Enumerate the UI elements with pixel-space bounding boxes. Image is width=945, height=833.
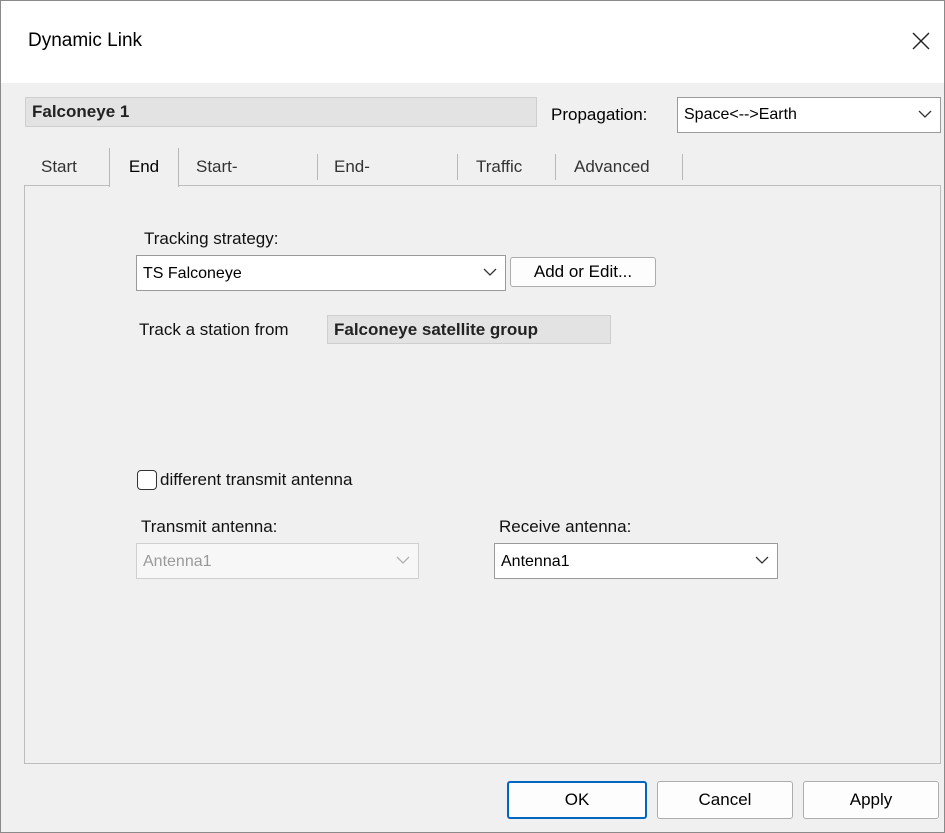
propagation-label: Propagation: bbox=[551, 105, 648, 124]
close-button[interactable] bbox=[901, 21, 941, 61]
apply-button[interactable]: Apply bbox=[803, 781, 939, 819]
receive-antenna-label: Receive antenna: bbox=[499, 517, 632, 536]
tab-separator bbox=[555, 154, 556, 180]
propagation-value: Space<-->Earth bbox=[684, 106, 797, 123]
window-title: Dynamic Link bbox=[28, 30, 143, 51]
link-name-field: Falconeye 1 bbox=[25, 97, 537, 127]
tab-separator bbox=[682, 154, 683, 180]
receive-antenna-select[interactable]: Antenna1 bbox=[494, 543, 778, 579]
tab-start-end[interactable]: Start->End bbox=[196, 148, 238, 214]
different-transmit-antenna-checkbox[interactable] bbox=[137, 470, 157, 490]
transmit-antenna-select[interactable]: Antenna1 bbox=[136, 543, 419, 579]
cancel-button[interactable]: Cancel bbox=[657, 781, 793, 819]
chevron-down-icon bbox=[483, 268, 497, 276]
transmit-antenna-value: Antenna1 bbox=[143, 553, 212, 570]
different-transmit-antenna-label[interactable]: different transmit antenna bbox=[160, 470, 352, 490]
ok-button[interactable]: OK bbox=[507, 781, 647, 819]
tab-traffic[interactable]: Traffic bbox=[476, 148, 522, 186]
title-bar: Dynamic Link bbox=[1, 1, 944, 83]
dynamic-link-dialog: Dynamic Link Falconeye 1 Propagation: Sp… bbox=[0, 0, 945, 833]
tab-end[interactable]: End bbox=[109, 148, 179, 187]
chevron-down-icon bbox=[396, 556, 410, 564]
tab-end-start[interactable]: End->Start bbox=[334, 148, 380, 214]
propagation-select[interactable]: Space<-->Earth bbox=[677, 97, 941, 133]
chevron-down-icon bbox=[755, 556, 769, 564]
tab-separator bbox=[317, 154, 318, 180]
tracking-strategy-select[interactable]: TS Falconeye bbox=[136, 255, 506, 291]
track-station-label: Track a station from bbox=[139, 320, 289, 339]
tab-separator bbox=[457, 154, 458, 180]
tab-start[interactable]: Start bbox=[41, 148, 77, 186]
tracking-strategy-value: TS Falconeye bbox=[143, 265, 242, 282]
satellite-group-field: Falconeye satellite group bbox=[327, 315, 611, 344]
close-icon bbox=[912, 32, 930, 50]
chevron-down-icon bbox=[918, 110, 932, 118]
add-or-edit-button[interactable]: Add or Edit... bbox=[510, 257, 656, 287]
tracking-strategy-label: Tracking strategy: bbox=[144, 229, 279, 248]
tab-advanced[interactable]: Advanced bbox=[574, 148, 650, 186]
receive-antenna-value: Antenna1 bbox=[501, 553, 570, 570]
transmit-antenna-label: Transmit antenna: bbox=[141, 517, 278, 536]
